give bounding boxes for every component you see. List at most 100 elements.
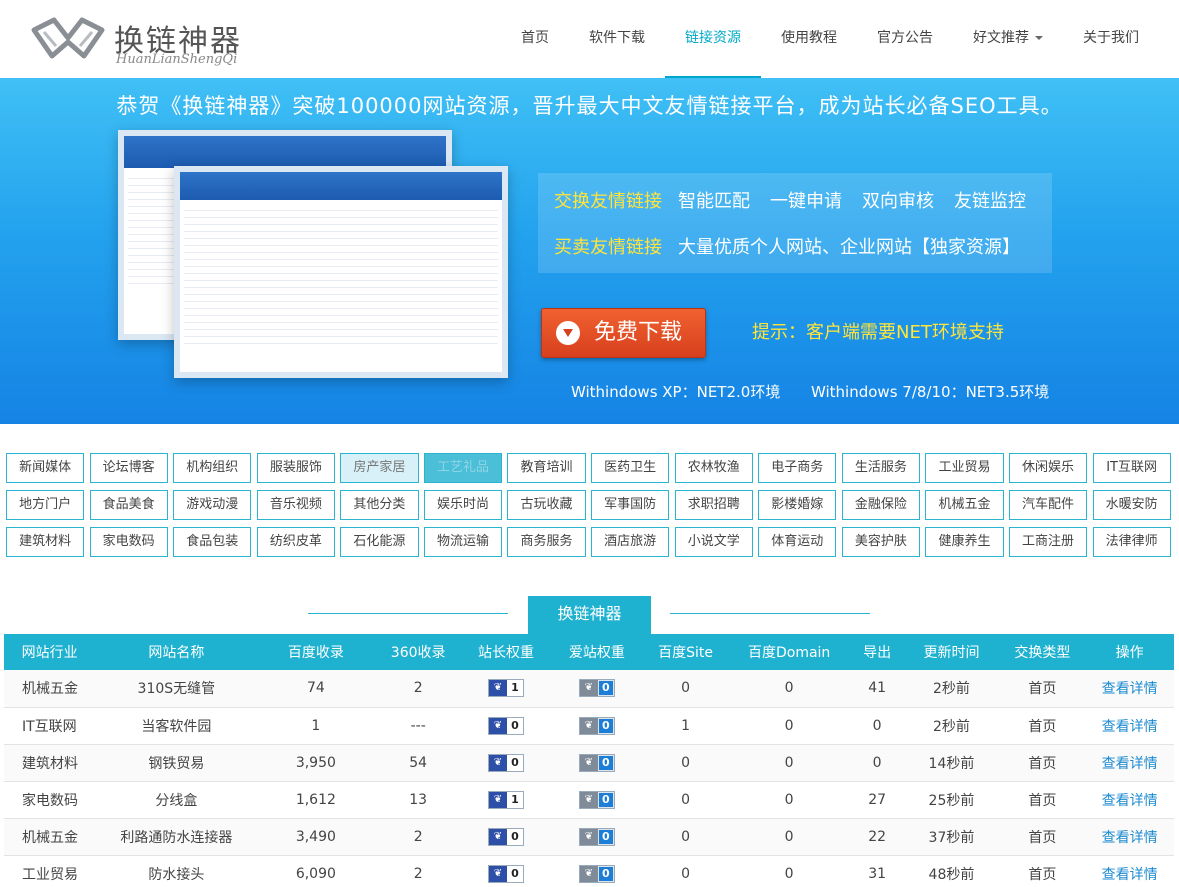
table-cell-industry: 机械五金 xyxy=(4,670,96,708)
table-cell-s360: 54 xyxy=(374,744,462,782)
nav-about[interactable]: 关于我们 xyxy=(1063,0,1159,78)
nav-link-resources[interactable]: 链接资源 xyxy=(665,0,761,78)
view-details-label[interactable]: 查看详情 xyxy=(1102,681,1158,697)
category-item[interactable]: 新闻媒体 xyxy=(6,453,85,483)
category-item[interactable]: 汽车配件 xyxy=(1008,490,1088,520)
view-details-label[interactable]: 查看详情 xyxy=(1102,793,1158,809)
category-item[interactable]: 体育运动 xyxy=(758,527,837,557)
weight-value: 1 xyxy=(506,791,523,808)
category-item[interactable]: 娱乐时尚 xyxy=(423,490,503,520)
webmaster-weight-cell: ❦ 0 xyxy=(461,855,550,887)
nav-announcements[interactable]: 官方公告 xyxy=(857,0,953,78)
category-item[interactable]: 求职招聘 xyxy=(674,490,753,520)
category-item[interactable]: 服装服饰 xyxy=(256,453,335,483)
category-item[interactable]: 美容护肤 xyxy=(841,527,920,557)
category-item[interactable]: 古玩收藏 xyxy=(507,490,586,520)
view-details-link[interactable]: 查看详情 xyxy=(1085,707,1174,745)
nav-home[interactable]: 首页 xyxy=(501,0,569,78)
table-cell-site: 0 xyxy=(643,855,728,887)
nav-recommended[interactable]: 好文推荐 xyxy=(953,0,1063,78)
table-cell-type: 首页 xyxy=(999,670,1086,708)
aizhan-badge: ❦ 0 xyxy=(578,790,615,809)
category-item[interactable]: 地方门户 xyxy=(6,490,85,520)
aizhan-badge: ❦ 0 xyxy=(578,864,615,883)
category-item[interactable]: IT互联网 xyxy=(1092,453,1171,483)
category-item[interactable]: 游戏动漫 xyxy=(173,490,252,520)
nav-recommended-label: 好文推荐 xyxy=(973,30,1029,46)
view-details-link[interactable]: 查看详情 xyxy=(1085,744,1174,782)
category-item[interactable]: 物流运输 xyxy=(423,527,503,557)
nav-download[interactable]: 软件下载 xyxy=(569,0,665,78)
category-item[interactable]: 工商注册 xyxy=(1008,527,1088,557)
view-details-label[interactable]: 查看详情 xyxy=(1102,830,1158,846)
table-cell-out: 41 xyxy=(850,670,904,708)
weight-value: 0 xyxy=(506,754,523,771)
category-item[interactable]: 法律律师 xyxy=(1092,527,1171,557)
category-item[interactable]: 机械五金 xyxy=(925,490,1004,520)
category-item[interactable]: 工艺礼品 xyxy=(423,453,503,483)
category-item[interactable]: 石化能源 xyxy=(340,527,419,557)
category-item[interactable]: 工业贸易 xyxy=(925,453,1004,483)
column-header: 爱站权重 xyxy=(549,634,644,670)
category-item[interactable]: 军事国防 xyxy=(591,490,670,520)
paw-icon: ❦ xyxy=(488,754,507,771)
nav-tutorial[interactable]: 使用教程 xyxy=(761,0,857,78)
table-cell-type: 首页 xyxy=(999,855,1086,887)
category-item[interactable]: 家电数码 xyxy=(89,527,168,557)
category-item[interactable]: 商务服务 xyxy=(507,527,586,557)
category-item[interactable]: 其他分类 xyxy=(340,490,419,520)
category-item[interactable]: 休闲娱乐 xyxy=(1008,453,1088,483)
table-cell-time: 25秒前 xyxy=(903,781,1000,819)
table-cell-baidu: 6,090 xyxy=(257,855,375,887)
free-download-button[interactable]: 免费下载 xyxy=(541,308,706,358)
view-details-link[interactable]: 查看详情 xyxy=(1085,855,1174,887)
category-item[interactable]: 农林牧渔 xyxy=(674,453,753,483)
view-details-label[interactable]: 查看详情 xyxy=(1102,756,1158,772)
category-item[interactable]: 音乐视频 xyxy=(256,490,335,520)
category-item[interactable]: 教育培训 xyxy=(507,453,586,483)
category-item[interactable]: 食品美食 xyxy=(89,490,168,520)
view-details-label[interactable]: 查看详情 xyxy=(1102,867,1158,883)
column-header: 网站行业 xyxy=(4,634,96,670)
table-cell-time: 14秒前 xyxy=(903,744,1000,782)
aizhan-weight-cell: ❦ 0 xyxy=(549,818,644,856)
table-row: 家电数码 分线盒 1,612 13 ❦ 1 ❦ 0 0 0 27 25秒前 首页 查看详情 xyxy=(4,781,1174,819)
view-details-label[interactable]: 查看详情 xyxy=(1102,719,1158,735)
category-item[interactable]: 纺织皮革 xyxy=(256,527,335,557)
category-item[interactable]: 金融保险 xyxy=(841,490,920,520)
weight-value: 0 xyxy=(598,866,613,881)
table-cell-type: 首页 xyxy=(999,781,1086,819)
nav-home-label: 首页 xyxy=(521,30,549,46)
section-title: 换链神器 xyxy=(528,596,651,634)
category-item[interactable]: 小说文学 xyxy=(674,527,753,557)
table-cell-type: 首页 xyxy=(999,744,1086,782)
table-cell-name: 分线盒 xyxy=(95,781,258,819)
aizhan-badge: ❦ 0 xyxy=(578,679,615,698)
weight-value: 0 xyxy=(598,755,613,770)
category-item[interactable]: 水暖安防 xyxy=(1092,490,1171,520)
category-item[interactable]: 食品包装 xyxy=(173,527,252,557)
site-logo[interactable]: 换链神器 HuanLianShengQi xyxy=(28,14,268,72)
category-item[interactable]: 论坛博客 xyxy=(89,453,168,483)
category-item[interactable]: 酒店旅游 xyxy=(591,527,670,557)
paw-icon: ❦ xyxy=(579,865,598,882)
table-row: 工业贸易 防水接头 6,090 2 ❦ 0 ❦ 0 0 0 31 48秒前 首页 查看详情 xyxy=(4,855,1174,887)
category-item[interactable]: 医药卫生 xyxy=(591,453,670,483)
table-cell-site: 1 xyxy=(643,707,728,745)
table-row: 机械五金 310S无缝管 74 2 ❦ 1 ❦ 0 0 0 41 2秒前 首页 查看详情 xyxy=(4,670,1174,708)
weight-badge: ❦ 0 xyxy=(487,827,524,846)
category-item[interactable]: 机构组织 xyxy=(173,453,252,483)
category-item[interactable]: 电子商务 xyxy=(758,453,837,483)
table-cell-domain: 0 xyxy=(727,818,851,856)
category-item[interactable]: 生活服务 xyxy=(841,453,920,483)
category-item[interactable]: 房产家居 xyxy=(340,453,419,483)
view-details-link[interactable]: 查看详情 xyxy=(1085,818,1174,856)
view-details-link[interactable]: 查看详情 xyxy=(1085,781,1174,819)
category-item[interactable]: 健康养生 xyxy=(925,527,1004,557)
table-cell-name: 310S无缝管 xyxy=(95,670,258,708)
category-item[interactable]: 建筑材料 xyxy=(6,527,85,557)
category-item[interactable]: 影楼婚嫁 xyxy=(758,490,837,520)
table-cell-industry: 建筑材料 xyxy=(4,744,96,782)
view-details-link[interactable]: 查看详情 xyxy=(1085,670,1174,708)
nav-announcements-label: 官方公告 xyxy=(877,30,933,46)
